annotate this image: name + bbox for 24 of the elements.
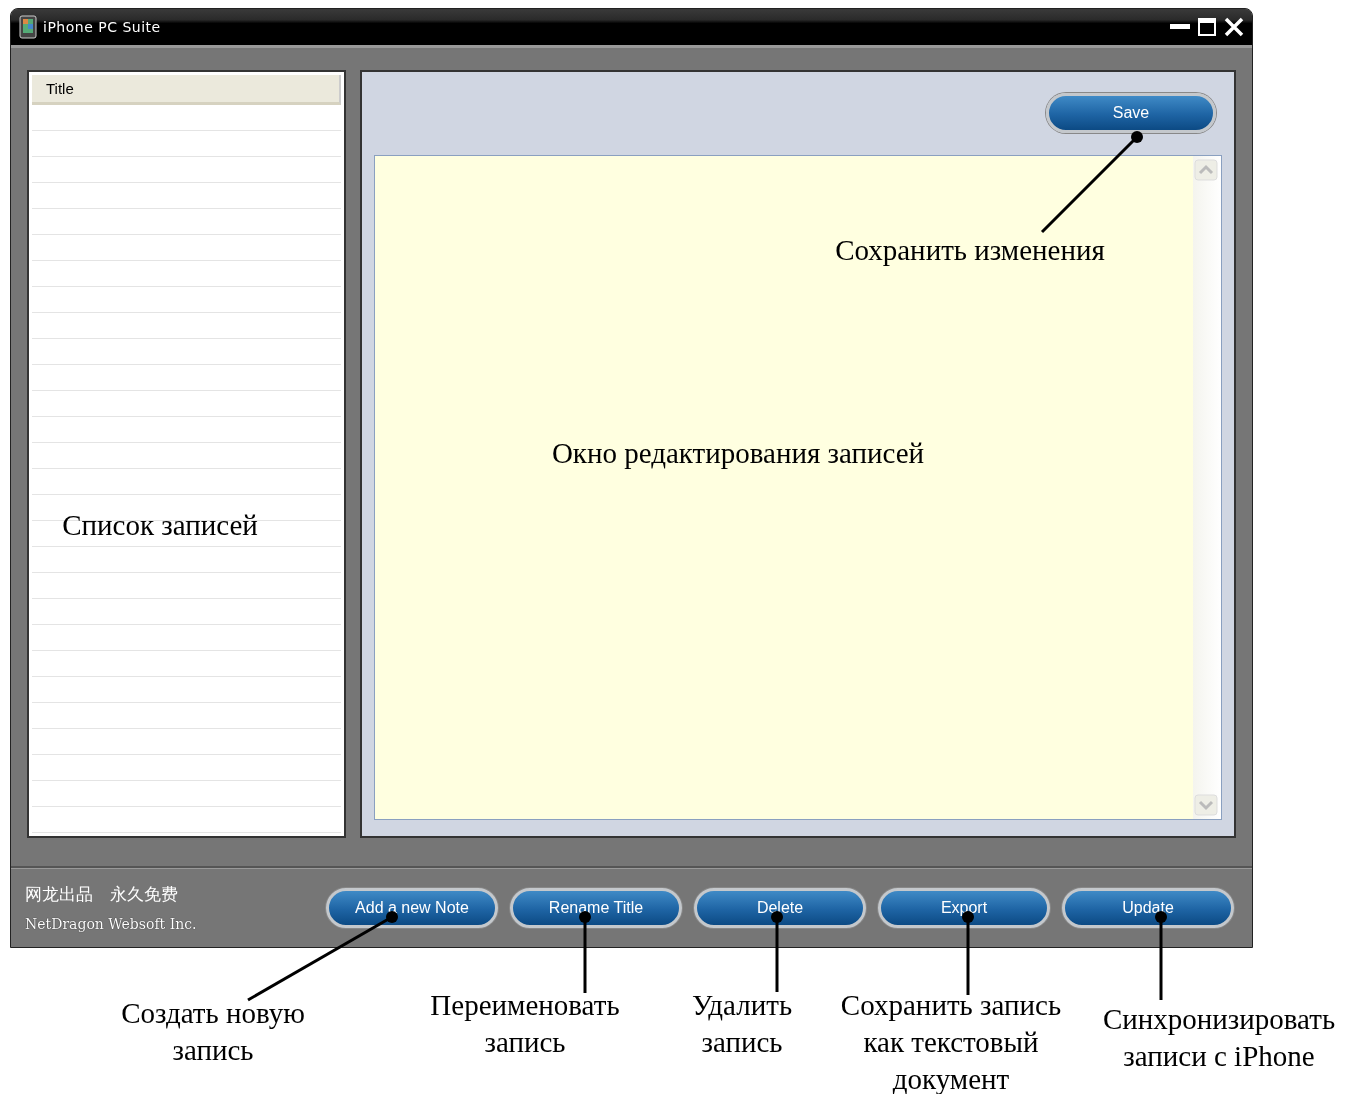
- rename-button[interactable]: Rename Title: [510, 887, 682, 928]
- annotation-label: Синхронизировать записи с iPhone: [1102, 1002, 1336, 1074]
- annotation-label: Сохранить изменения: [835, 233, 1105, 268]
- annotation-label: Список записей: [62, 508, 258, 543]
- update-button[interactable]: Update: [1062, 887, 1234, 928]
- close-icon[interactable]: [1224, 16, 1244, 37]
- annotation-label: Создать новую запись: [121, 996, 305, 1068]
- note-text-area[interactable]: [374, 154, 1222, 820]
- phone-icon: [19, 14, 37, 39]
- column-header[interactable]: Title: [32, 74, 341, 105]
- scroll-up-icon[interactable]: [1194, 158, 1218, 181]
- annotation-label: Окно редактирования записей: [551, 436, 925, 471]
- brand-slogan: 网龙出品 永久免费: [25, 883, 179, 907]
- delete-button[interactable]: Delete: [694, 887, 866, 928]
- annotation-label: Удалить запись: [691, 988, 793, 1060]
- minimize-icon[interactable]: [1170, 23, 1190, 30]
- scroll-down-icon[interactable]: [1194, 793, 1218, 816]
- annotation-label: Переименовать запись: [430, 988, 620, 1060]
- window-title: iPhone PC Suite: [43, 18, 161, 35]
- maximize-icon[interactable]: [1198, 17, 1216, 36]
- scrollbar[interactable]: [1193, 155, 1221, 819]
- company-name: NetDragon Websoft Inc.: [25, 916, 198, 933]
- export-button[interactable]: Export: [878, 887, 1050, 928]
- save-button[interactable]: Save: [1046, 93, 1216, 133]
